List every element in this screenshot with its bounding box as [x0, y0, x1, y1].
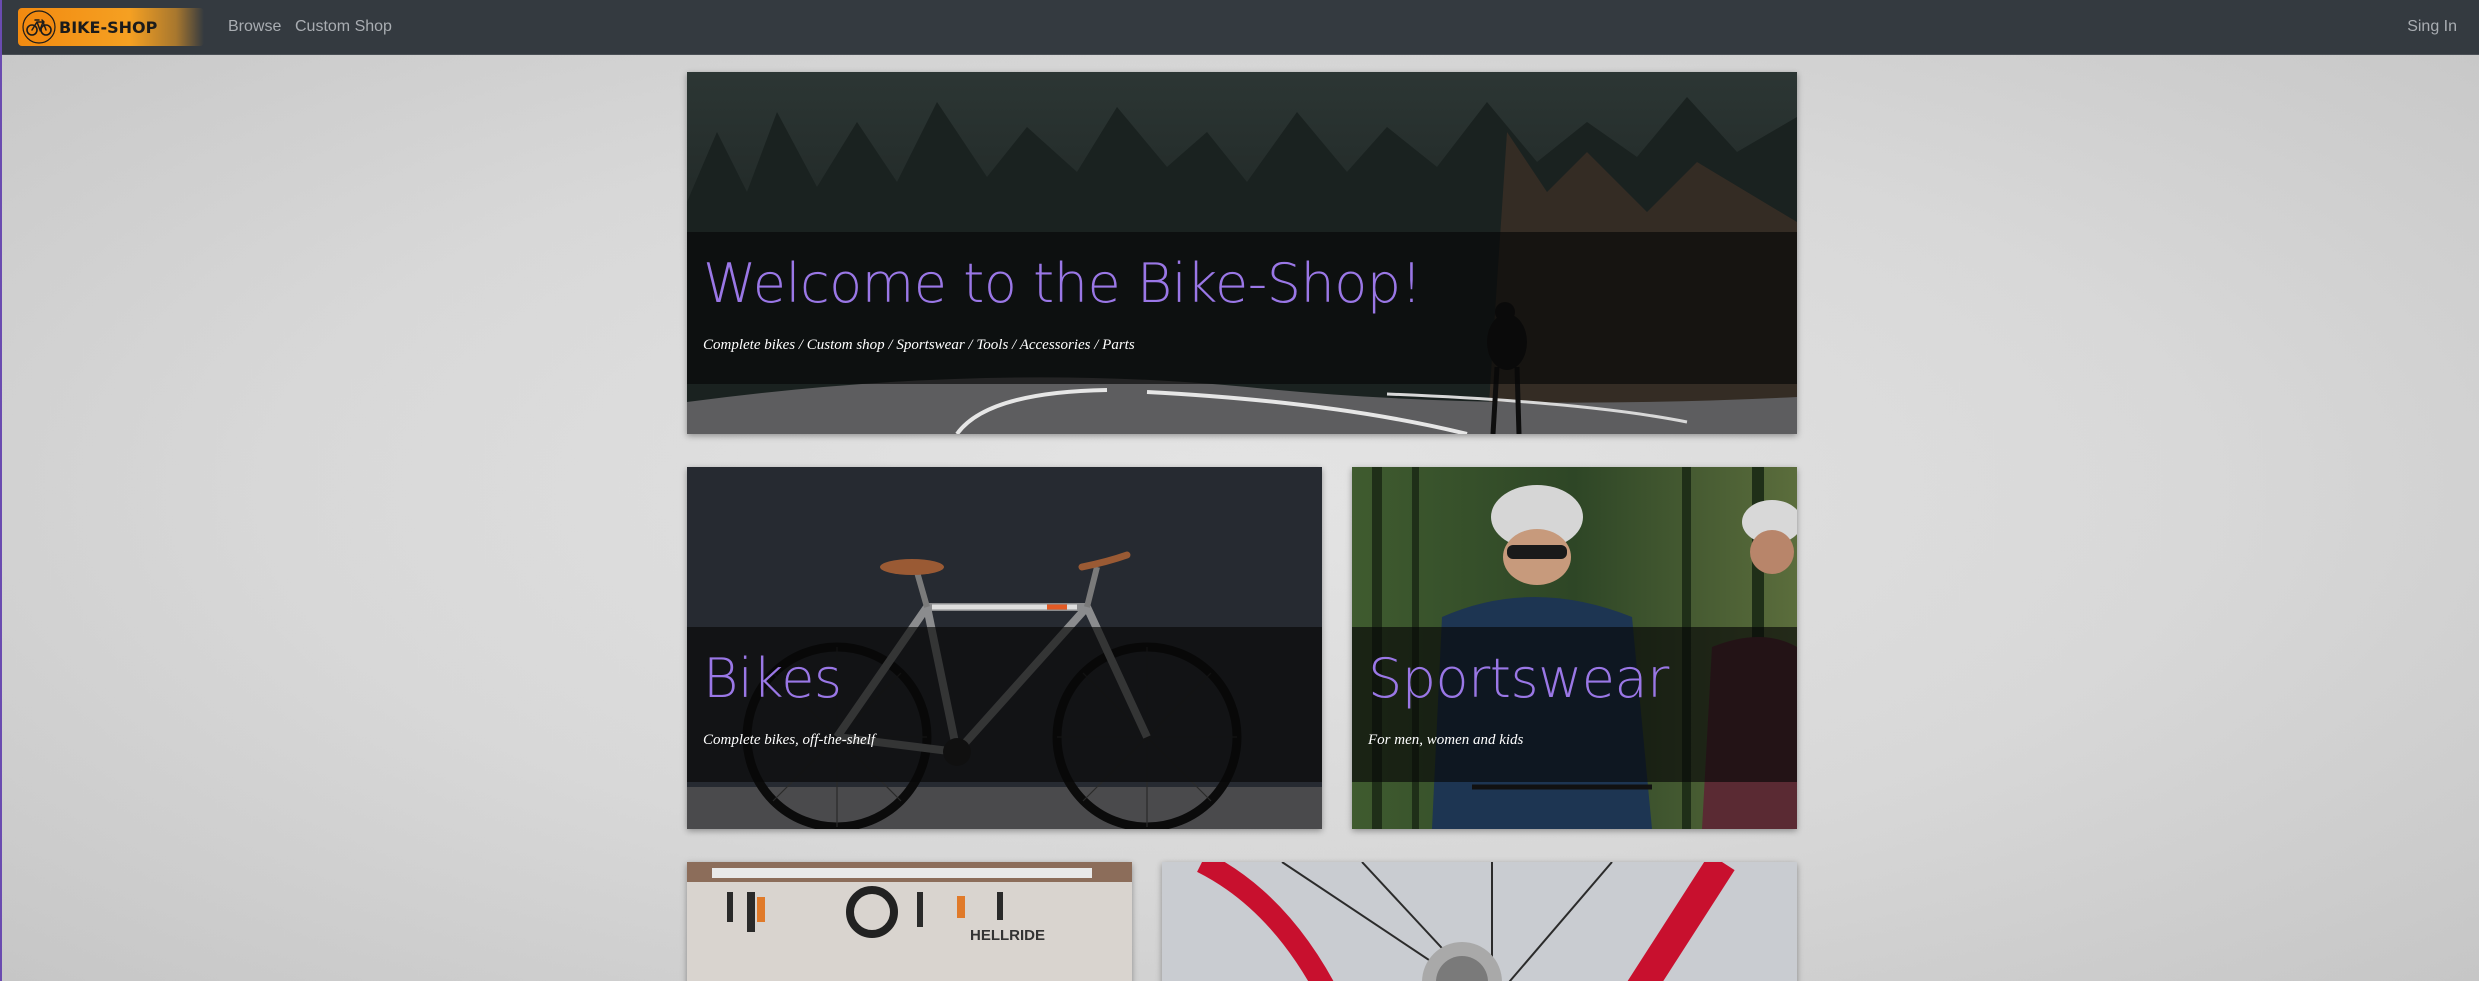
bikes-title: Bikes [703, 647, 842, 710]
bikes-caption: Bikes Complete bikes, off-the-shelf [687, 627, 1322, 782]
svg-text:HELLRIDE: HELLRIDE [970, 927, 1045, 944]
brand-logo[interactable]: BIKE-SHOP [18, 8, 204, 46]
bikes-subtitle: Complete bikes, off-the-shelf [703, 732, 876, 748]
category-card-parts[interactable] [1162, 862, 1797, 981]
bicycle-icon [22, 10, 56, 44]
hero-subtitle: Complete bikes / Custom shop / Sportswea… [703, 337, 1135, 353]
bike-parts-image [1162, 862, 1797, 981]
brand-label: BIKE-SHOP [59, 17, 158, 37]
nav-link-custom-shop[interactable]: Custom Shop [295, 18, 392, 36]
sportswear-caption: Sportswear For men, women and kids [1352, 627, 1797, 782]
hero-banner[interactable]: Welcome to the Bike-Shop! Complete bikes… [687, 72, 1797, 434]
sportswear-subtitle: For men, women and kids [1368, 732, 1524, 748]
tool-wall-image: HELLRIDE [687, 862, 1132, 981]
hero-title: Welcome to the Bike-Shop! [703, 252, 1422, 315]
category-card-tools[interactable]: HELLRIDE [687, 862, 1132, 981]
nav-link-browse[interactable]: Browse [228, 18, 281, 36]
hero-caption: Welcome to the Bike-Shop! Complete bikes… [687, 232, 1797, 384]
sportswear-title: Sportswear [1368, 647, 1669, 710]
category-card-bikes[interactable]: Bikes Complete bikes, off-the-shelf [687, 467, 1322, 829]
top-navbar: BIKE-SHOP Browse Custom Shop Sing In [2, 0, 2479, 55]
sign-in-link[interactable]: Sing In [2407, 18, 2457, 36]
category-card-sportswear[interactable]: Sportswear For men, women and kids [1352, 467, 1797, 829]
